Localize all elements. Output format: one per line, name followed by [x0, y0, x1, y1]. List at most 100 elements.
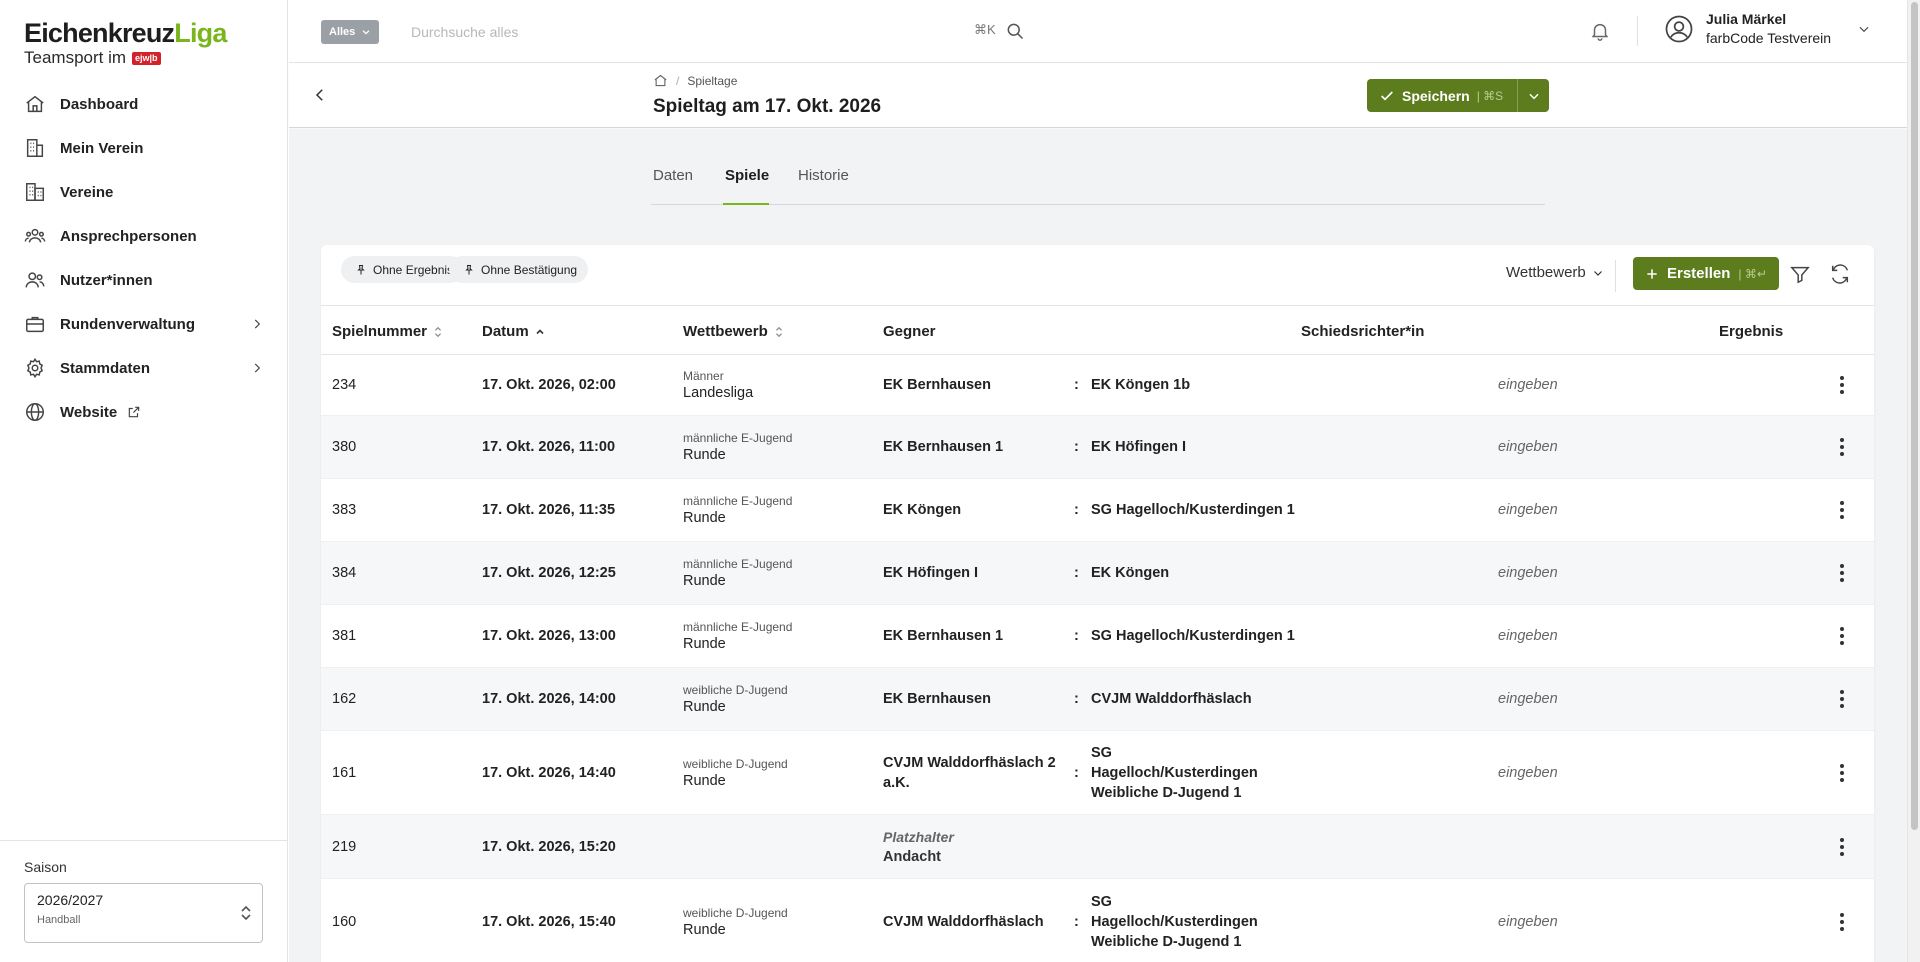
column-header-spielnummer[interactable]: Spielnummer [332, 323, 443, 340]
column-header-wettbewerb[interactable]: Wettbewerb [683, 323, 784, 340]
search-input[interactable] [411, 16, 971, 48]
logo-text-liga: Liga [174, 18, 227, 48]
table-row[interactable]: 160 17. Okt. 2026, 15:40 weibliche D-Jug… [321, 879, 1874, 962]
logo[interactable]: EichenkreuzLiga Teamsport im ejw|b [24, 18, 227, 68]
table-header: Spielnummer Datum Wettbewerb Gegner Schi… [321, 306, 1874, 355]
page-header: / Spieltage Spieltag am 17. Okt. 2026 Sp… [289, 64, 1907, 128]
save-button-group: Speichern | ⌘S [1367, 79, 1550, 112]
table-row[interactable]: 162 17. Okt. 2026, 14:00 weibliche D-Jug… [321, 668, 1874, 731]
main-nav: Dashboard Mein Verein Vereine Ansprechpe… [0, 82, 288, 434]
home-icon[interactable] [653, 73, 668, 88]
more-vertical-icon[interactable] [1840, 438, 1844, 456]
save-options-dropdown[interactable] [1517, 79, 1549, 112]
cell-home-team: EK Bernhausen 1 [883, 439, 1004, 455]
sort-icon [774, 326, 784, 338]
result-enter-link[interactable]: eingeben [1498, 439, 1558, 455]
result-enter-link[interactable]: eingeben [1498, 628, 1558, 644]
result-enter-link[interactable]: eingeben [1498, 914, 1558, 930]
user-menu[interactable]: Julia Märkel farbCode Testverein [1664, 10, 1871, 48]
cell-home-team: EK Köngen [883, 502, 962, 518]
save-label: Speichern [1402, 87, 1470, 104]
nav-item-mein-verein[interactable]: Mein Verein [0, 126, 288, 170]
back-chevron-icon[interactable] [311, 86, 329, 104]
competition-name: Runde [683, 699, 726, 715]
result-enter-link[interactable]: eingeben [1498, 565, 1558, 581]
more-vertical-icon[interactable] [1840, 690, 1844, 708]
nav-item-ansprechpersonen[interactable]: Ansprechpersonen [0, 214, 288, 258]
table-row[interactable]: 381 17. Okt. 2026, 13:00 männliche E-Jug… [321, 605, 1874, 668]
column-header-ergebnis: Ergebnis [1719, 323, 1784, 340]
saison-select[interactable]: 2026/2027 Handball [24, 883, 263, 943]
more-vertical-icon[interactable] [1840, 912, 1844, 931]
result-enter-link[interactable]: eingeben [1498, 765, 1558, 781]
page-scrollbar[interactable] [1907, 0, 1920, 962]
nav-item-label: Dashboard [60, 95, 139, 113]
chip-ohne-ergebnis[interactable]: Ohne Ergebnis [341, 256, 465, 283]
gear-icon [24, 357, 46, 379]
save-button[interactable]: Speichern | ⌘S [1367, 79, 1517, 112]
column-header-label: Spielnummer [332, 323, 428, 340]
nav-item-label: Vereine [60, 183, 114, 201]
table-row[interactable]: 161 17. Okt. 2026, 14:40 weibliche D-Jug… [321, 731, 1874, 815]
competition-group: weibliche D-Jugend [683, 905, 788, 920]
result-enter-link[interactable]: eingeben [1498, 377, 1558, 393]
more-vertical-icon[interactable] [1840, 564, 1844, 582]
nav-item-vereine[interactable]: Vereine [0, 170, 288, 214]
briefcase-icon [24, 313, 46, 335]
tab-historie[interactable]: Historie [796, 167, 851, 205]
search-icon[interactable] [1005, 21, 1025, 41]
external-link-icon [127, 405, 141, 419]
people-icon [24, 225, 46, 247]
team-separator: : [1074, 502, 1079, 518]
more-vertical-icon[interactable] [1840, 501, 1844, 519]
nav-item-rundenverwaltung[interactable]: Rundenverwaltung [0, 302, 288, 346]
breadcrumb-spieltage[interactable]: Spieltage [687, 74, 737, 88]
cell-wettbewerb: männliche E-Jugend Runde [683, 556, 792, 590]
cell-datum: 17. Okt. 2026, 15:20 [482, 838, 616, 855]
table-row[interactable]: 234 17. Okt. 2026, 02:00 Männer Landesli… [321, 355, 1874, 416]
cell-spielnummer: 384 [332, 565, 357, 581]
divider [1637, 16, 1638, 46]
chip-ohne-bestaetigung[interactable]: Ohne Bestätigung [449, 256, 589, 283]
tab-daten[interactable]: Daten [651, 167, 695, 205]
cell-home-team: EK Bernhausen [883, 691, 991, 707]
pin-icon [463, 264, 475, 276]
column-header-datum[interactable]: Datum [482, 323, 545, 340]
table-row[interactable]: 380 17. Okt. 2026, 11:00 männliche E-Jug… [321, 416, 1874, 479]
tab-bar: Daten Spiele Historie [651, 167, 1545, 205]
result-enter-link[interactable]: eingeben [1498, 691, 1558, 707]
chip-label: Ohne Ergebnis [373, 262, 454, 277]
refresh-icon[interactable] [1829, 263, 1851, 285]
scrollbar-thumb[interactable] [1911, 2, 1918, 830]
nav-item-website[interactable]: Website [0, 390, 288, 434]
building-icon [24, 137, 46, 159]
logo-badge: ejw|b [132, 51, 161, 65]
nav-item-nutzerinnen[interactable]: Nutzer*innen [0, 258, 288, 302]
placeholder-label: Platzhalter [883, 828, 954, 845]
more-vertical-icon[interactable] [1840, 837, 1844, 856]
result-enter-link[interactable]: eingeben [1498, 502, 1558, 518]
table-row-placeholder[interactable]: 219 17. Okt. 2026, 15:20 Platzhalter And… [321, 815, 1874, 879]
create-button[interactable]: Erstellen | ⌘↵ [1633, 257, 1779, 290]
more-vertical-icon[interactable] [1840, 376, 1844, 394]
team-separator: : [1074, 439, 1079, 455]
more-vertical-icon[interactable] [1840, 763, 1844, 782]
table-row[interactable]: 384 17. Okt. 2026, 12:25 männliche E-Jug… [321, 542, 1874, 605]
cell-spielnummer: 383 [332, 502, 357, 518]
bell-icon[interactable] [1589, 20, 1611, 42]
search-scope-dropdown[interactable]: Alles [321, 20, 380, 44]
breadcrumb-separator: / [676, 73, 680, 88]
chevron-down-icon [1527, 89, 1541, 103]
save-shortcut: | ⌘S [1476, 88, 1504, 103]
nav-item-stammdaten[interactable]: Stammdaten [0, 346, 288, 390]
wettbewerb-filter-dropdown[interactable]: Wettbewerb [1506, 264, 1604, 281]
nav-item-label: Ansprechpersonen [60, 227, 197, 245]
cell-away-team: EK Köngen 1b [1091, 377, 1191, 393]
table-row[interactable]: 383 17. Okt. 2026, 11:35 männliche E-Jug… [321, 479, 1874, 542]
filter-icon[interactable] [1789, 263, 1811, 285]
nav-item-dashboard[interactable]: Dashboard [0, 82, 288, 126]
buildings-icon [24, 181, 46, 203]
tab-spiele[interactable]: Spiele [723, 167, 769, 205]
more-vertical-icon[interactable] [1840, 627, 1844, 645]
column-header-label: Wettbewerb [683, 323, 768, 340]
